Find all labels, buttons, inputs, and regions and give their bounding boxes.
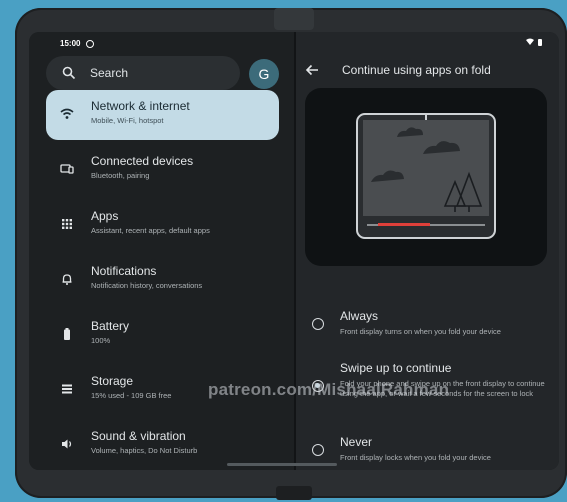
page-title: Continue using apps on fold [342,63,491,77]
watermark-text: patreon.com/MishaalRahman [208,380,450,399]
search-icon [62,66,76,80]
storage-icon [62,384,72,394]
apps-grid-icon [62,219,72,229]
devices-icon [60,164,74,174]
settings-item-subtitle: Assistant, recent apps, default apps [91,226,210,235]
settings-item-title: Sound & vibration [91,429,186,443]
settings-item-title: Notifications [91,264,157,278]
battery-icon [64,328,70,340]
option-never-desc: Front display locks when you fold your d… [340,453,491,462]
radio-never[interactable] [312,444,324,456]
option-never-title: Never [340,435,373,449]
device-screen: 15:00 Search G Network & internet Mobile… [29,32,559,470]
device-hinge [274,8,314,30]
avatar[interactable]: G [249,59,279,89]
settings-item-title: Connected devices [91,154,194,168]
settings-item-title: Apps [91,209,119,223]
settings-item-title: Storage [91,374,134,388]
settings-item-subtitle: Mobile, Wi-Fi, hotspot [91,116,164,125]
settings-item-network[interactable]: Network & internet Mobile, Wi-Fi, hotspo… [46,90,279,140]
settings-item-subtitle: 15% used - 109 GB free [91,391,172,400]
settings-item-battery[interactable]: Battery 100% [46,310,279,360]
circle-icon [86,40,94,48]
radio-always[interactable] [312,318,324,330]
settings-item-subtitle: 100% [91,336,111,345]
option-always-desc: Front display turns on when you fold you… [340,327,501,336]
settings-item-subtitle: Volume, haptics, Do Not Disturb [91,446,198,455]
speaker-icon [62,439,72,449]
status-time: 15:00 [60,39,81,48]
wifi-status-icon [525,38,545,49]
search-label: Search [90,66,129,80]
settings-item-apps[interactable]: Apps Assistant, recent apps, default app… [46,200,279,250]
settings-item-title: Battery [91,319,130,333]
settings-item-subtitle: Notification history, conversations [91,281,203,290]
bell-icon [62,274,72,285]
fold-illustration [305,88,547,266]
settings-item-title: Network & internet [91,99,190,113]
back-arrow-icon[interactable] [305,64,319,76]
settings-item-connected-devices[interactable]: Connected devices Bluetooth, pairing [46,145,279,195]
fold-divider [294,32,296,470]
search-bar[interactable]: Search [46,56,240,90]
folded-phone-image [356,113,496,239]
settings-item-subtitle: Bluetooth, pairing [91,171,150,180]
option-always-title: Always [340,309,379,323]
option-swipe-up-title: Swipe up to continue [340,361,452,375]
gesture-nav-bar[interactable] [227,463,337,466]
device-bottom-hinge [276,486,312,500]
wifi-icon [60,108,74,119]
settings-item-notifications[interactable]: Notifications Notification history, conv… [46,255,279,305]
